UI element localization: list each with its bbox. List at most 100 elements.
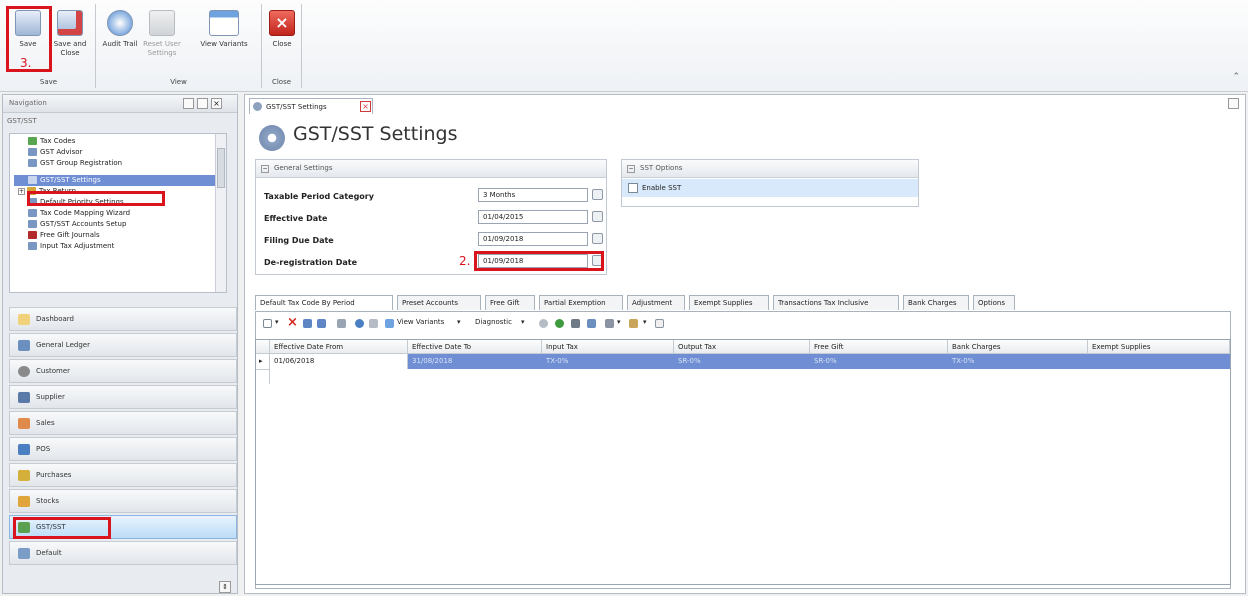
view-variants-dropdown-icon[interactable]: ▾ (457, 318, 461, 326)
settings-icon[interactable] (369, 319, 378, 328)
nav-pin-icon[interactable] (197, 98, 208, 109)
pos-icon (18, 444, 30, 455)
tree-item-label: Input Tax Adjustment (40, 242, 115, 250)
tab-bank-charges[interactable]: Bank Charges (903, 295, 969, 310)
print-icon[interactable] (605, 319, 614, 328)
nav-pos[interactable]: POS (9, 437, 237, 461)
save-close-label: Save and Close (53, 40, 87, 57)
tree-item-gst-sst-settings[interactable]: GST/SST Settings (14, 175, 226, 186)
tab-default-tax-code-by-period[interactable]: Default Tax Code By Period (255, 295, 393, 310)
column-dropdown-icon[interactable]: ▾ (643, 318, 647, 326)
collapse-icon[interactable]: − (261, 165, 269, 173)
nav-restore-icon[interactable] (183, 98, 194, 109)
ribbon: Save Save and Close Save Audit Trail Res… (0, 0, 1248, 92)
chevron-down-icon[interactable] (592, 189, 603, 200)
filing-due-date-field[interactable]: 01/09/2018 (478, 232, 588, 246)
tree-scroll-thumb[interactable] (217, 148, 225, 188)
column-header[interactable]: Effective Date To (408, 340, 542, 354)
column-chooser-icon[interactable] (629, 319, 638, 328)
nav-configure-icon[interactable]: ⇕ (219, 581, 231, 593)
column-header[interactable]: Effective Date From (270, 340, 408, 354)
diagnostic-menu[interactable]: Diagnostic (475, 318, 512, 326)
new-row-icon[interactable] (263, 319, 272, 328)
refresh-icon[interactable] (355, 319, 364, 328)
tree-item-tax-code-mapping-wizard[interactable]: Tax Code Mapping Wizard (14, 208, 226, 219)
calendar-dropdown-icon[interactable] (592, 233, 603, 244)
nav-dashboard[interactable]: Dashboard (9, 307, 237, 331)
nav-sales[interactable]: Sales (9, 411, 237, 435)
table-cell[interactable]: 01/06/2018 (270, 354, 408, 369)
close-button[interactable]: × Close (262, 8, 302, 68)
tree-item-gst-advisor[interactable]: GST Advisor (14, 147, 226, 158)
taxable-period-select[interactable]: 3 Months (478, 188, 588, 202)
filter-icon[interactable] (539, 319, 548, 328)
view-variants-button[interactable]: View Variants (196, 8, 252, 68)
column-header[interactable]: Free Gift (810, 340, 948, 354)
nav-customer[interactable]: Customer (9, 359, 237, 383)
diagnostic-dropdown-icon[interactable]: ▾ (521, 318, 525, 326)
table-cell[interactable]: SR-0% (810, 354, 948, 369)
effective-date-field[interactable]: 01/04/2015 (478, 210, 588, 224)
close-tab-icon[interactable]: × (360, 101, 371, 112)
window-icon[interactable] (385, 319, 394, 328)
save-and-close-button[interactable]: Save and Close (50, 8, 90, 68)
table-cell[interactable]: SR-0% (674, 354, 810, 369)
tab-free-gift[interactable]: Free Gift (485, 295, 535, 310)
nav-stocks[interactable]: Stocks (9, 489, 237, 513)
export-icon[interactable] (587, 319, 596, 328)
grid-toolbar: ▾ × View Variants ▾ Diagnostic ▾ ▾ ▾ (257, 315, 1229, 335)
tree-scrollbar[interactable] (215, 134, 226, 292)
settings-icon (28, 176, 37, 184)
column-header[interactable]: Exempt Supplies (1088, 340, 1230, 354)
column-header[interactable]: Bank Charges (948, 340, 1088, 354)
calendar-dropdown-icon[interactable] (592, 211, 603, 222)
tree-item-free-gift-journals[interactable]: Free Gift Journals (14, 230, 226, 241)
tab-options[interactable]: Options (973, 295, 1015, 310)
tab-transactions-tax-inclusive[interactable]: Transactions Tax Inclusive (773, 295, 899, 310)
expand-icon[interactable]: + (18, 188, 25, 195)
tree-item-input-tax-adjustment[interactable]: Input Tax Adjustment (14, 241, 226, 252)
tree-item-label: Tax Code Mapping Wizard (40, 209, 131, 217)
table-cell[interactable]: TX-0% (948, 354, 1088, 369)
find-icon[interactable] (571, 319, 580, 328)
navigation-tree: Tax Codes GST Advisor GST Group Registra… (9, 133, 227, 293)
move-down-icon[interactable] (317, 319, 326, 328)
table-cell[interactable]: 31/08/2018 (408, 354, 542, 369)
tab-adjustment[interactable]: Adjustment (627, 295, 685, 310)
nav-default[interactable]: Default (9, 541, 237, 565)
go-icon[interactable] (555, 319, 564, 328)
tab-partial-exemption[interactable]: Partial Exemption (539, 295, 623, 310)
move-up-icon[interactable] (303, 319, 312, 328)
table-cell[interactable] (1088, 354, 1230, 369)
tab-preset-accounts[interactable]: Preset Accounts (397, 295, 481, 310)
document-menu-icon[interactable] (1228, 98, 1239, 109)
nav-close-icon[interactable]: × (211, 98, 222, 109)
nav-label: POS (36, 445, 51, 453)
collapse-icon[interactable]: − (627, 165, 635, 173)
copy-icon[interactable] (337, 319, 346, 328)
enable-sst-checkbox[interactable] (628, 183, 638, 193)
gear-icon (253, 102, 262, 111)
column-header[interactable]: Output Tax (674, 340, 810, 354)
delete-icon[interactable]: × (287, 315, 298, 330)
tree-item-tax-codes[interactable]: Tax Codes (14, 136, 226, 147)
tab-exempt-supplies[interactable]: Exempt Supplies (689, 295, 769, 310)
document-tab[interactable]: GST/SST Settings × (249, 98, 373, 114)
ribbon-collapse-icon[interactable]: ⌃ (1232, 72, 1240, 82)
tree-item-gst-sst-accounts-setup[interactable]: GST/SST Accounts Setup (14, 219, 226, 230)
reset-user-settings-button[interactable]: Reset User Settings (142, 8, 182, 68)
nav-general-ledger[interactable]: General Ledger (9, 333, 237, 357)
nav-label: Purchases (36, 471, 72, 479)
audit-trail-button[interactable]: Audit Trail (100, 8, 140, 68)
view-variants-menu[interactable]: View Variants (397, 318, 444, 326)
tree-item-gst-group-registration[interactable]: GST Group Registration (14, 158, 226, 169)
free-gift-icon (28, 231, 37, 239)
new-row-dropdown-icon[interactable]: ▾ (275, 318, 279, 326)
table-cell[interactable]: TX-0% (542, 354, 674, 369)
notes-icon[interactable] (655, 319, 664, 328)
column-header[interactable]: Input Tax (542, 340, 674, 354)
print-dropdown-icon[interactable]: ▾ (617, 318, 621, 326)
nav-purchases[interactable]: Purchases (9, 463, 237, 487)
nav-supplier[interactable]: Supplier (9, 385, 237, 409)
general-ledger-icon (18, 340, 30, 351)
